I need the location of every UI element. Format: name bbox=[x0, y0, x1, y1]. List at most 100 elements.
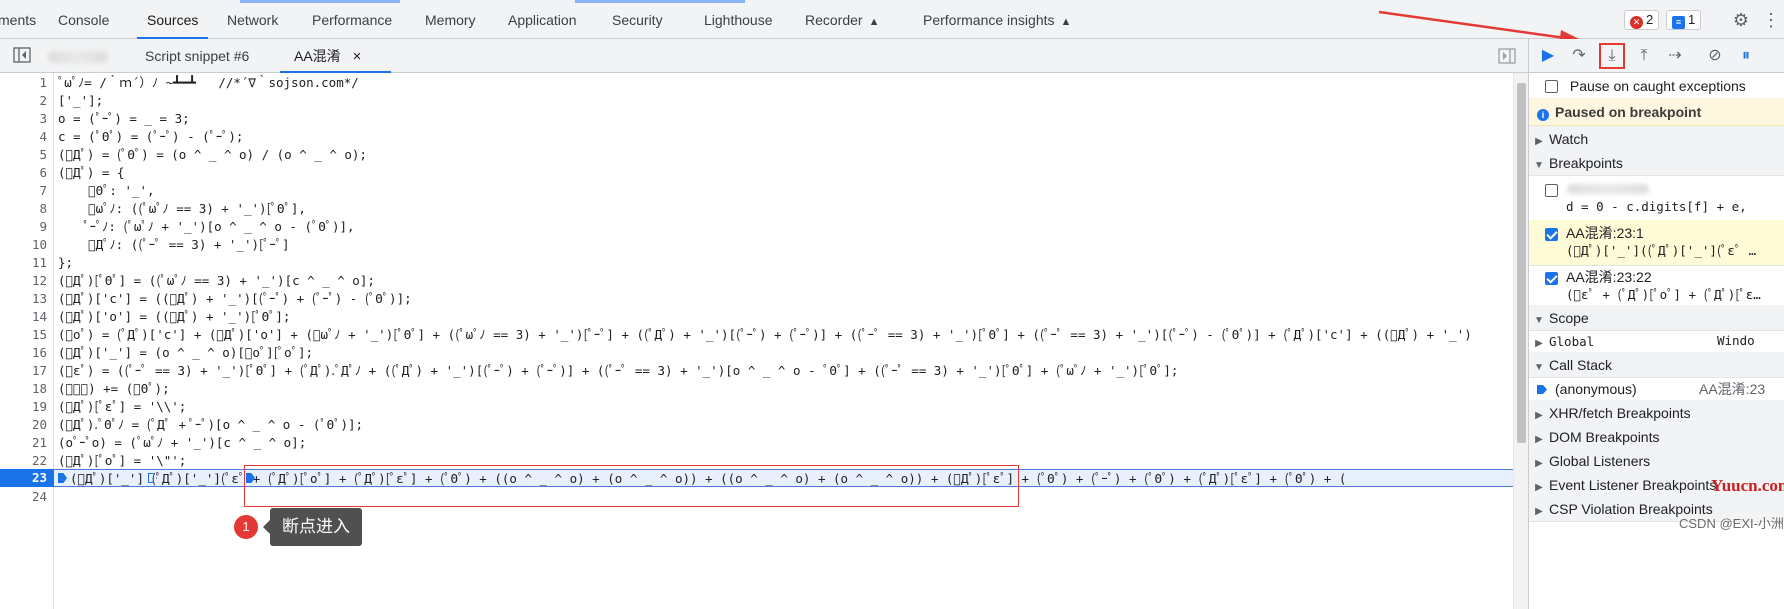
line-number[interactable]: 1 bbox=[39, 74, 47, 92]
scope-global-name: Global bbox=[1549, 334, 1595, 349]
tab-memory[interactable]: Memory bbox=[425, 0, 476, 38]
tab-performance-insights-label: Performance insights bbox=[923, 12, 1055, 28]
csdn-watermark: CSDN @EXI-小洲 bbox=[1679, 516, 1784, 531]
section-scope[interactable]: ▼ Scope bbox=[1529, 305, 1784, 331]
tab-performance-insights[interactable]: Performance insights ▲ bbox=[923, 0, 1071, 38]
step-over-icon[interactable]: ↷ bbox=[1568, 45, 1590, 67]
code-line: (ﾟДﾟ) = (ﾟΘﾟ) = (o ^ _ ^ o) / (o ^ _ ^ o… bbox=[58, 147, 367, 162]
tab-lighthouse[interactable]: Lighthouse bbox=[704, 0, 773, 38]
code-line: (ﾟДﾟ)[ﾟoﾟ] = '\"'; bbox=[58, 453, 187, 468]
toggle-debugger-icon[interactable] bbox=[1498, 48, 1516, 64]
paused-banner: i Paused on breakpoint bbox=[1529, 98, 1784, 126]
line-number-gutter[interactable]: 1 2 3 4 5 6 7 8 9 10 11 12 13 14 15 16 17 18 19 20 21 22 24 bbox=[0, 73, 54, 609]
code-line: (ﾟДﾟ)['o'] = ((ﾟДﾟ) + '_')[ﾟΘﾟ]; bbox=[58, 309, 291, 324]
section-breakpoints-label: Breakpoints bbox=[1549, 155, 1623, 171]
line-number[interactable]: 3 bbox=[39, 110, 47, 128]
line-number[interactable]: 7 bbox=[39, 182, 47, 200]
resume-icon[interactable]: ▶ bbox=[1537, 45, 1559, 67]
line-number[interactable]: 15 bbox=[32, 326, 47, 344]
line-number[interactable]: 19 bbox=[32, 398, 47, 416]
line-number[interactable]: 10 bbox=[32, 236, 47, 254]
code-editor[interactable]: 1 2 3 4 5 6 7 8 9 10 11 12 13 14 15 16 17 18 19 20 21 22 24 23… bbox=[0, 73, 1528, 609]
tab-sources[interactable]: Sources bbox=[136, 0, 209, 39]
breakpoint-marker[interactable]: 23 bbox=[0, 469, 54, 487]
section-breakpoints[interactable]: ▼ Breakpoints bbox=[1529, 150, 1784, 176]
line-number[interactable]: 20 bbox=[32, 416, 47, 434]
tab-performance[interactable]: Performance bbox=[312, 0, 392, 38]
code-line: }; bbox=[58, 255, 74, 270]
section-xhr-breakpoints[interactable]: ▶ XHR/fetch Breakpoints bbox=[1529, 400, 1784, 426]
scrollbar-thumb[interactable] bbox=[1517, 83, 1526, 443]
section-global-listeners-label: Global Listeners bbox=[1549, 453, 1651, 469]
call-stack-frame[interactable]: (anonymous) AA混淆:23 bbox=[1529, 376, 1784, 402]
section-watch[interactable]: ▶ Watch bbox=[1529, 126, 1784, 152]
info-icon: i bbox=[1537, 109, 1549, 121]
site-watermark: Yuucn.com bbox=[1711, 476, 1784, 495]
tab-recorder[interactable]: Recorder ▲ bbox=[805, 0, 879, 38]
call-stack-function: (anonymous) bbox=[1555, 381, 1637, 397]
breakpoint-item[interactable]: d = 0 - c.digits[f] + e, bbox=[1529, 176, 1784, 222]
close-tab-icon[interactable]: × bbox=[353, 48, 362, 65]
step-icon[interactable]: ⇢ bbox=[1664, 45, 1686, 67]
pause-on-caught-checkbox[interactable] bbox=[1545, 80, 1558, 93]
current-frame-icon bbox=[1537, 385, 1547, 394]
step-into-icon[interactable]: ⤓ bbox=[1599, 43, 1625, 69]
messages-count: 1 bbox=[1688, 12, 1696, 27]
settings-gear-icon[interactable]: ⚙ bbox=[1730, 9, 1752, 31]
breakpoint-checkbox[interactable] bbox=[1545, 228, 1558, 241]
line-number[interactable]: 21 bbox=[32, 434, 47, 452]
breakpoint-item[interactable]: AA混淆:23:22 (ﾟεﾟ + (ﾟДﾟ)[ﾟoﾟ] + (ﾟДﾟ)[ﾟε… bbox=[1529, 264, 1784, 310]
errors-badge[interactable]: ✕ 2 bbox=[1624, 10, 1660, 30]
tab-aa-obfuscation[interactable]: AA混淆 × bbox=[279, 39, 392, 73]
toggle-navigator-icon[interactable] bbox=[13, 47, 31, 63]
breakpoint-location: AA混淆:23:1 bbox=[1566, 225, 1644, 241]
line-number[interactable]: 18 bbox=[32, 380, 47, 398]
line-number[interactable]: 6 bbox=[39, 164, 47, 182]
breakpoint-line-number: 23 bbox=[31, 470, 47, 485]
tab-network[interactable]: Network bbox=[227, 0, 278, 38]
tab-elements[interactable]: ments bbox=[0, 0, 36, 38]
line-number[interactable]: 4 bbox=[39, 128, 47, 146]
more-options-icon[interactable]: ⋮ bbox=[1760, 9, 1782, 31]
tab-console[interactable]: Console bbox=[58, 0, 109, 38]
line-number[interactable]: 2 bbox=[39, 92, 47, 110]
code-line: ﾟｰﾟﾉ: (ﾟωﾟﾉ + '_')[o ^ _ ^ o - (ﾟΘﾟ)], bbox=[58, 219, 355, 234]
editor-scrollbar[interactable] bbox=[1513, 73, 1528, 609]
line-number[interactable]: 13 bbox=[32, 290, 47, 308]
line-number[interactable]: 17 bbox=[32, 362, 47, 380]
section-global-listeners[interactable]: ▶ Global Listeners bbox=[1529, 448, 1784, 474]
tab-script-snippet[interactable]: Script snippet #6 bbox=[145, 39, 249, 72]
line-number[interactable]: 8 bbox=[39, 200, 47, 218]
line-number[interactable]: 24 bbox=[32, 488, 47, 506]
step-out-icon[interactable]: ⤒ bbox=[1633, 45, 1655, 67]
code-line: (ﾟДﾟ).ﾟΘﾟﾉ = (ﾟДﾟ + ﾟｰﾟ)[o ^ _ ^ o - (ﾟΘ… bbox=[58, 417, 364, 432]
line-number[interactable]: 11 bbox=[32, 254, 47, 272]
tab-aa-obfuscation-label: AA混淆 bbox=[294, 48, 341, 64]
code-line: ﾟωﾟﾉ: ((ﾟωﾟﾉ == 3) + '_')[ﾟΘﾟ], bbox=[58, 201, 306, 216]
section-dom-breakpoints[interactable]: ▶ DOM Breakpoints bbox=[1529, 424, 1784, 450]
breakpoint-checkbox[interactable] bbox=[1545, 272, 1558, 285]
scope-global[interactable]: ▶ Global Windo bbox=[1529, 329, 1784, 353]
line-number[interactable]: 9 bbox=[39, 218, 47, 236]
section-call-stack[interactable]: ▼ Call Stack bbox=[1529, 352, 1784, 378]
pause-on-caught-exceptions[interactable]: Pause on caught exceptions bbox=[1529, 73, 1784, 99]
section-event-listener-label: Event Listener Breakpoints bbox=[1549, 477, 1717, 493]
breakpoint-item[interactable]: AA混淆:23:1 (ﾟДﾟ)['_']((ﾟДﾟ)['_'](ﾟεﾟ … bbox=[1529, 220, 1784, 266]
line-number[interactable]: 16 bbox=[32, 344, 47, 362]
tab-application[interactable]: Application bbox=[508, 0, 577, 38]
code-line: ﾟДﾟﾉ: ((ﾟｰﾟ == 3) + '_')[ﾟｰﾟ] bbox=[58, 237, 290, 252]
line-number[interactable]: 12 bbox=[32, 272, 47, 290]
pause-on-exceptions-icon[interactable]: ⏸ bbox=[1735, 45, 1757, 67]
annotation-number: 1 bbox=[234, 515, 258, 539]
line-number[interactable]: 5 bbox=[39, 146, 47, 164]
breakpoint-checkbox[interactable] bbox=[1545, 184, 1558, 197]
devtools-tab-bar: ments Console Sources Network Performanc… bbox=[0, 0, 1784, 45]
blurred-tab bbox=[48, 51, 108, 63]
deactivate-breakpoints-icon[interactable]: ⊘ bbox=[1704, 45, 1726, 67]
line-number[interactable]: 22 bbox=[32, 452, 47, 470]
code-line: (oﾟｰﾟo) = (ﾟωﾟﾉ + '_')[c ^ _ ^ o]; bbox=[58, 435, 307, 450]
tab-security[interactable]: Security bbox=[612, 0, 663, 38]
line-number[interactable]: 14 bbox=[32, 308, 47, 326]
messages-badge[interactable]: ≡ 1 bbox=[1666, 10, 1702, 30]
code-line: (ﾟεﾟ) = ((ﾟｰﾟ == 3) + '_')[ﾟΘﾟ] + (ﾟДﾟ).… bbox=[58, 363, 1179, 378]
